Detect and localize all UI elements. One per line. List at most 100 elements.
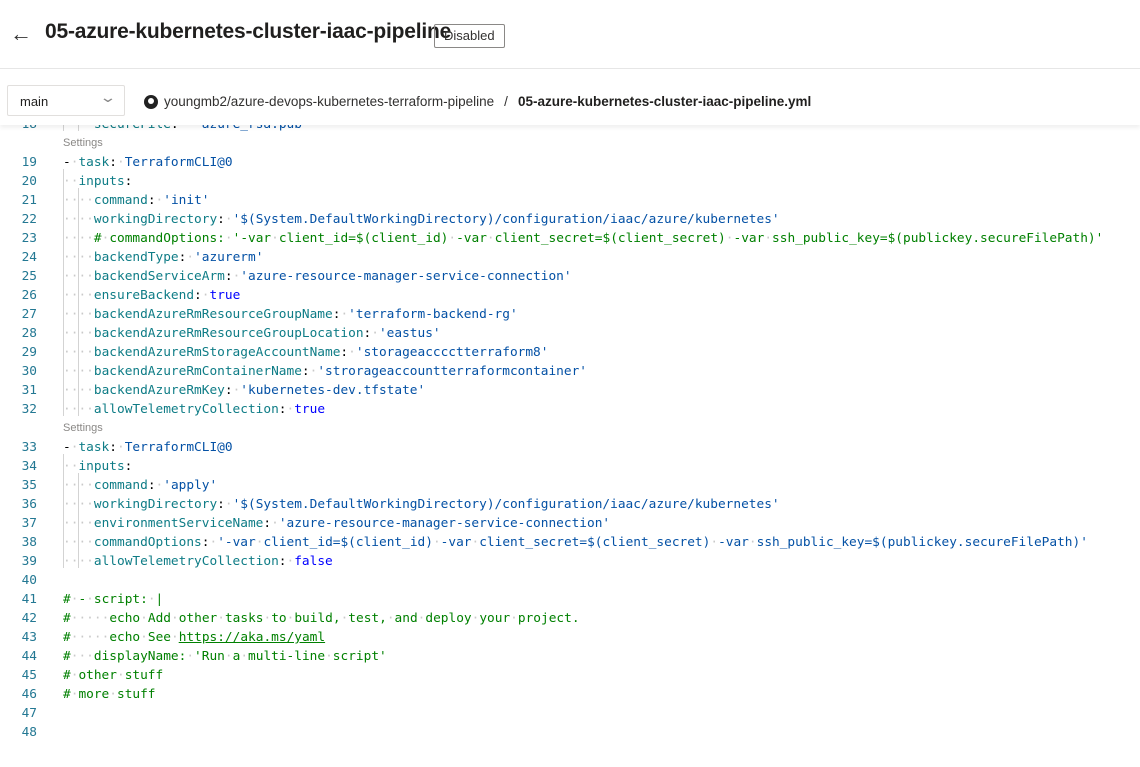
yaml-punctuation: :	[124, 174, 133, 189]
line-content: ····#·commandOptions:·'-var·client_id=$(…	[63, 226, 1104, 248]
indent-guide: ··	[63, 264, 79, 284]
code-line: 27 ····backendAzureRmResourceGroupName:·'…	[0, 302, 1140, 324]
code-line: 18····secureFile:··'azure_rsa.pub'	[0, 125, 1140, 134]
code-line: 19 -·task:·TerraformCLI@0	[0, 153, 1140, 172]
breadcrumb: youngmb2/azure-devops-kubernetes-terrafo…	[144, 94, 811, 109]
code-line: 26 ····ensureBackend:·true	[0, 283, 1140, 305]
line-number: 48	[21, 725, 37, 740]
branch-label: main	[20, 94, 49, 109]
line-content: #···displayName:·'Run·a·multi-line·scrip…	[63, 647, 387, 666]
indent-guide: ··	[63, 549, 79, 569]
chevron-down-icon: ⌄	[99, 89, 117, 105]
line-number: 43	[21, 630, 37, 645]
indent-guide: ··	[63, 530, 79, 550]
code-line: 23 ····#·commandOptions:·'-var·client_id=…	[0, 226, 1140, 248]
line-content: ····backendType:·'azurerm'	[63, 245, 263, 267]
indent-guide: ··	[63, 492, 79, 512]
line-content: ··inputs:	[63, 454, 133, 476]
code-editor[interactable]: 18····secureFile:··'azure_rsa.pub'Settin…	[0, 125, 1140, 767]
yaml-string: ·'init'	[155, 193, 210, 208]
indent-guide: ··	[78, 245, 94, 265]
line-number: 32	[21, 402, 37, 417]
yaml-key: allowTelemetryCollection	[93, 554, 279, 569]
line-content: -·task:·TerraformCLI@0	[63, 438, 233, 457]
yaml-string: ·'azure-resource-manager-service-connect…	[232, 269, 572, 284]
line-content: ····backendServiceArm:·'azure-resource-m…	[63, 264, 572, 286]
yaml-key: workingDirectory	[93, 212, 218, 227]
indent-guide: ··	[78, 264, 94, 284]
yaml-key: backendAzureRmKey	[93, 383, 225, 398]
codelens-settings[interactable]: Settings	[0, 419, 1140, 438]
yaml-punctuation: :	[109, 440, 117, 455]
arrow-left-icon[interactable]: ←	[10, 22, 32, 46]
indent-guide: ··	[78, 188, 94, 208]
settings-link[interactable]: Settings	[63, 419, 103, 438]
indent-guide: ··	[63, 188, 79, 208]
indent-guide: ··	[63, 207, 79, 227]
yaml-key: backendType	[93, 250, 179, 265]
indent-guide: ··	[63, 511, 79, 531]
yaml-boolean: ·false	[286, 554, 333, 569]
comment-link[interactable]: https://aka.ms/yaml	[179, 630, 325, 645]
page-title: 05-azure-kubernetes-cluster-iaac-pipelin…	[45, 20, 452, 43]
indent-guide: ··	[63, 226, 79, 246]
line-content: ··inputs:	[63, 169, 133, 191]
line-number: 31	[21, 383, 37, 398]
yaml-punctuation: :	[278, 554, 287, 569]
line-number: 29	[21, 345, 37, 360]
yaml-punctuation: :	[278, 402, 287, 417]
code-line: 21 ····command:·'init'	[0, 188, 1140, 210]
breadcrumb-separator: /	[504, 94, 508, 109]
yaml-key: command	[93, 193, 148, 208]
indent-guide: ··	[63, 302, 79, 322]
yaml-key: backendAzureRmResourceGroupName	[93, 307, 333, 322]
indent-guide: ··	[63, 125, 78, 134]
yaml-key: workingDirectory	[93, 497, 218, 512]
yaml-key: environmentServiceName	[93, 516, 264, 531]
line-content: ····ensureBackend:·true	[63, 283, 240, 305]
yaml-comment: #·····echo·See·	[63, 630, 179, 645]
line-number: 27	[21, 307, 37, 322]
codelens-settings[interactable]: Settings	[0, 134, 1140, 153]
code-line: 46 #·more·stuff	[0, 685, 1140, 704]
yaml-string: ·'eastus'	[371, 326, 441, 341]
code-line: 45 #·other·stuff	[0, 666, 1140, 685]
line-content: #·other·stuff	[63, 666, 163, 685]
indent-guide: ··	[78, 473, 94, 493]
yaml-comment: #·commandOptions:·'-var·client_id=$(clie…	[93, 231, 1104, 246]
line-content: ····backendAzureRmKey:·'kubernetes-dev.t…	[63, 378, 425, 400]
yaml-string: ·TerraformCLI@0	[116, 155, 233, 170]
repo-link[interactable]: youngmb2/azure-devops-kubernetes-terrafo…	[164, 94, 494, 109]
line-content: ····allowTelemetryCollection:·false	[63, 549, 333, 571]
line-number: 36	[21, 497, 37, 512]
yaml-comment: #·more·stuff	[63, 687, 156, 702]
code-line: 25 ····backendServiceArm:·'azure-resource…	[0, 264, 1140, 286]
line-number: 34	[21, 459, 37, 474]
indent-guide: ··	[78, 302, 94, 322]
yaml-punctuation: :	[124, 459, 133, 474]
yaml-punctuation: :	[217, 497, 225, 512]
line-content: ····command:·'init'	[63, 188, 210, 210]
settings-link[interactable]: Settings	[63, 134, 103, 153]
indent-guide: ··	[78, 378, 94, 398]
yaml-boolean: ·true	[286, 402, 326, 417]
line-number: 24	[21, 250, 37, 265]
yaml-string: ·'storageacccctterraform8'	[348, 345, 549, 360]
yaml-punctuation: -·	[63, 155, 79, 170]
yaml-key: inputs	[78, 174, 125, 189]
line-content: ····backendAzureRmContainerName:·'strora…	[63, 359, 587, 381]
indent-guide: ··	[63, 169, 79, 189]
indent-guide: ··	[78, 321, 94, 341]
line-number: 46	[21, 687, 37, 702]
yaml-punctuation: :	[224, 383, 233, 398]
indent-guide: ··	[63, 340, 79, 360]
line-number: 40	[21, 573, 37, 588]
code-line: 37 ····environmentServiceName:·'azure-res…	[0, 511, 1140, 533]
line-content: ····commandOptions:·'-var·client_id=$(cl…	[63, 530, 1088, 552]
branch-dropdown[interactable]: main ⌄	[7, 85, 125, 116]
file-name: 05-azure-kubernetes-cluster-iaac-pipelin…	[517, 94, 812, 109]
line-number: 39	[21, 554, 37, 569]
code-line: 39 ····allowTelemetryCollection:·false	[0, 549, 1140, 571]
code-line: 28 ····backendAzureRmResourceGroupLocatio…	[0, 321, 1140, 343]
indent-guide: ··	[63, 359, 79, 379]
